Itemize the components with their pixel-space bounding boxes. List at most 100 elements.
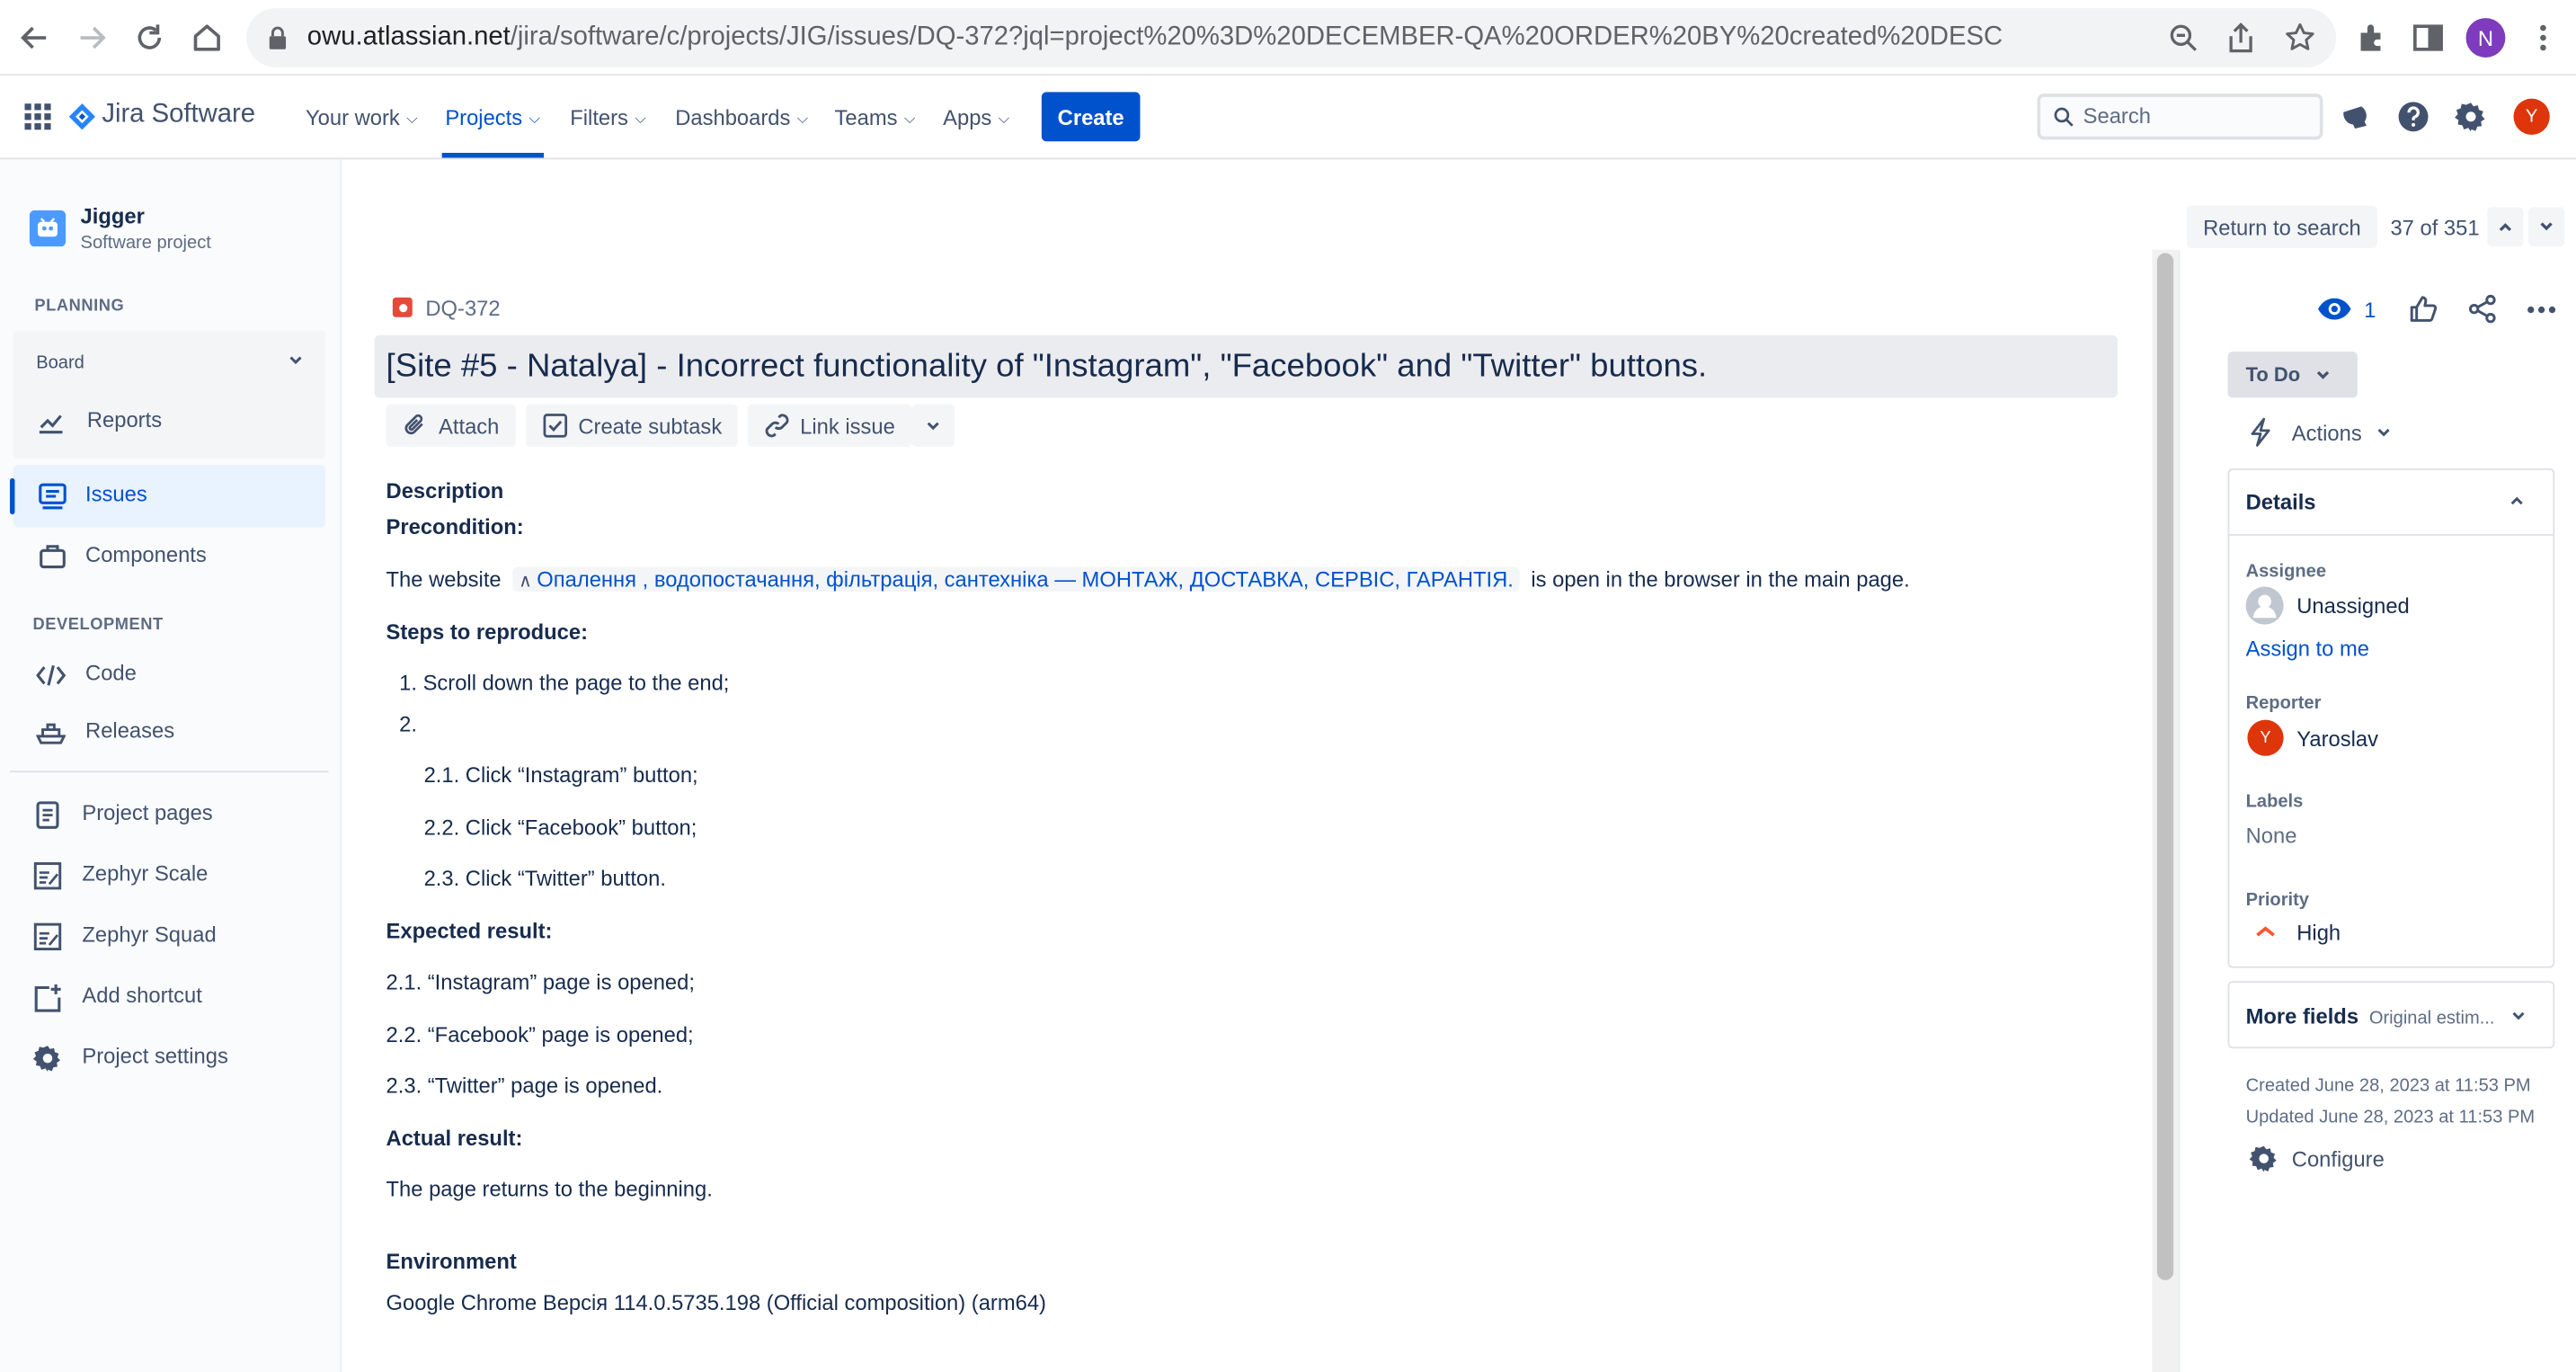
nav-projects[interactable]: Projects ⌵ bbox=[445, 105, 540, 129]
board-selector[interactable]: Board bbox=[36, 353, 84, 373]
environment-value[interactable]: Google Chrome Версія 114.0.5735.198 (Off… bbox=[386, 1290, 1046, 1314]
nav-filters[interactable]: Filters ⌵ bbox=[570, 105, 645, 129]
chevron-down-icon bbox=[2376, 428, 2389, 437]
side-panel-icon[interactable] bbox=[2410, 20, 2446, 56]
subtask-icon bbox=[543, 414, 568, 438]
issue-position: 37 of 351 bbox=[2390, 215, 2480, 240]
more-options-icon[interactable] bbox=[2527, 306, 2556, 314]
zephyr-scale-icon bbox=[33, 861, 63, 891]
notifications-icon[interactable] bbox=[2341, 102, 2371, 131]
issue-title-container[interactable]: [Site #5 - Natalya] - Incorrect function… bbox=[374, 334, 2119, 398]
priority-value[interactable]: High bbox=[2296, 921, 2341, 945]
search-input[interactable]: Search bbox=[2037, 94, 2323, 140]
address-bar[interactable]: owu.atlassian.net/jira/software/c/projec… bbox=[246, 8, 2337, 67]
app-switcher-icon[interactable] bbox=[24, 103, 51, 130]
settings-gear-icon bbox=[2249, 1145, 2277, 1172]
paperclip-icon bbox=[404, 414, 423, 435]
code-icon bbox=[36, 661, 67, 690]
sidebar-item-code[interactable]: Code bbox=[36, 661, 137, 686]
more-fields-heading: More fields bbox=[2245, 1003, 2359, 1029]
assign-to-me-link[interactable]: Assign to me bbox=[2246, 636, 2369, 660]
link-icon bbox=[765, 414, 789, 438]
more-actions-dropdown[interactable] bbox=[911, 404, 955, 448]
scrollbar-thumb[interactable] bbox=[2156, 253, 2174, 1280]
nav-dashboards[interactable]: Dashboards ⌵ bbox=[675, 105, 808, 129]
project-avatar[interactable] bbox=[29, 209, 67, 247]
sidebar-item-project-pages[interactable]: Project pages bbox=[33, 800, 213, 829]
planning-heading: PLANNING bbox=[34, 297, 125, 316]
profile-avatar[interactable]: N bbox=[2465, 18, 2506, 58]
attach-button[interactable]: Attach bbox=[386, 404, 516, 448]
step-2-1: 2.1. Click “Instagram” button; bbox=[423, 762, 698, 788]
configure-button[interactable]: Configure bbox=[2249, 1144, 2385, 1173]
sidebar-item-zephyr-scale[interactable]: Zephyr Scale bbox=[33, 861, 208, 890]
sidebar-item-components[interactable]: Components bbox=[38, 542, 207, 569]
chevron-down-icon bbox=[2317, 370, 2330, 379]
jira-logo-icon[interactable] bbox=[67, 102, 97, 131]
nav-teams[interactable]: Teams ⌵ bbox=[835, 105, 916, 129]
product-name[interactable]: Jira Software bbox=[102, 100, 255, 129]
more-fields-sub: Original estim... bbox=[2368, 1009, 2495, 1029]
chevron-down-icon[interactable] bbox=[288, 352, 304, 368]
next-issue-button[interactable] bbox=[2527, 207, 2565, 247]
priority-label: Priority bbox=[2245, 890, 2310, 911]
sidebar-item-releases[interactable]: Releases bbox=[36, 718, 174, 744]
sidebar-item-add-shortcut[interactable]: Add shortcut bbox=[33, 983, 202, 1012]
created-date: Created June 28, 2023 at 11:53 PM bbox=[2245, 1076, 2531, 1097]
bookmark-star-icon[interactable] bbox=[2284, 22, 2317, 55]
sidebar-item-project-settings[interactable]: Project settings bbox=[32, 1044, 228, 1072]
collapse-chevron-up-icon[interactable] bbox=[2509, 493, 2525, 509]
share-icon[interactable] bbox=[2467, 294, 2497, 324]
actions-dropdown[interactable]: Actions bbox=[2247, 417, 2391, 447]
share-page-icon[interactable] bbox=[2226, 22, 2256, 55]
url-path: /jira/software/c/projects/JIG/issues/DQ-… bbox=[510, 22, 2003, 51]
create-subtask-button[interactable]: Create subtask bbox=[525, 404, 739, 448]
selected-indicator bbox=[9, 477, 15, 515]
components-icon bbox=[38, 542, 67, 572]
user-avatar[interactable]: Y bbox=[2513, 98, 2550, 135]
assignee-value[interactable]: Unassigned bbox=[2296, 593, 2409, 618]
project-sidebar: Jigger Software project PLANNING Board R… bbox=[0, 159, 342, 1372]
website-smart-link[interactable]: ∧ Опалення , водопостачання, фільтрація, … bbox=[511, 566, 1521, 592]
return-to-search-button[interactable]: Return to search bbox=[2186, 205, 2378, 248]
nav-your-work[interactable]: Your work ⌵ bbox=[306, 105, 418, 129]
details-heading[interactable]: Details bbox=[2246, 490, 2316, 514]
expected-1: 2.1. “Instagram” page is opened; bbox=[386, 969, 695, 994]
issue-title: [Site #5 - Natalya] - Incorrect function… bbox=[386, 348, 1708, 385]
board-group bbox=[13, 330, 325, 459]
forward-icon[interactable] bbox=[74, 20, 110, 56]
reload-icon[interactable] bbox=[131, 20, 167, 56]
sidebar-item-zephyr-squad[interactable]: Zephyr Squad bbox=[33, 922, 217, 951]
create-button[interactable]: Create bbox=[1041, 92, 1141, 142]
extensions-icon[interactable] bbox=[2354, 20, 2390, 56]
link-issue-button[interactable]: Link issue bbox=[747, 404, 912, 448]
home-icon[interactable] bbox=[189, 20, 225, 56]
issue-key[interactable]: DQ-372 bbox=[425, 296, 500, 320]
sidebar-divider bbox=[9, 771, 329, 773]
expected-heading: Expected result: bbox=[386, 918, 553, 944]
sidebar-item-reports[interactable]: Reports bbox=[36, 407, 162, 434]
step-2-2: 2.2. Click “Facebook” button; bbox=[423, 815, 697, 841]
watch-button[interactable]: 1 bbox=[2316, 296, 2376, 322]
status-dropdown[interactable]: To Do bbox=[2227, 352, 2358, 398]
settings-gear-icon[interactable] bbox=[2455, 100, 2488, 133]
expected-2: 2.2. “Facebook” page is opened; bbox=[386, 1021, 694, 1047]
lock-icon[interactable] bbox=[268, 26, 288, 49]
labels-label: Labels bbox=[2245, 791, 2304, 812]
reporter-value[interactable]: Yaroslav bbox=[2296, 726, 2378, 751]
more-fields-panel[interactable]: More fields Original estim... bbox=[2227, 981, 2555, 1049]
environment-heading: Environment bbox=[386, 1249, 517, 1274]
issues-icon bbox=[38, 482, 67, 512]
browser-menu-icon[interactable] bbox=[2538, 23, 2548, 53]
labels-value[interactable]: None bbox=[2246, 824, 2297, 848]
help-icon[interactable] bbox=[2397, 100, 2430, 133]
nav-apps[interactable]: Apps ⌵ bbox=[943, 105, 1009, 129]
zoom-icon[interactable] bbox=[2169, 23, 2198, 53]
project-name[interactable]: Jigger bbox=[81, 204, 145, 228]
development-heading: DEVELOPMENT bbox=[32, 616, 164, 635]
back-icon[interactable] bbox=[16, 20, 52, 56]
previous-issue-button[interactable] bbox=[2487, 207, 2524, 247]
like-thumbs-up-icon[interactable] bbox=[2409, 294, 2438, 324]
sidebar-item-issues[interactable]: Issues bbox=[38, 482, 147, 510]
browser-toolbar: owu.atlassian.net/jira/software/c/projec… bbox=[0, 0, 2576, 76]
